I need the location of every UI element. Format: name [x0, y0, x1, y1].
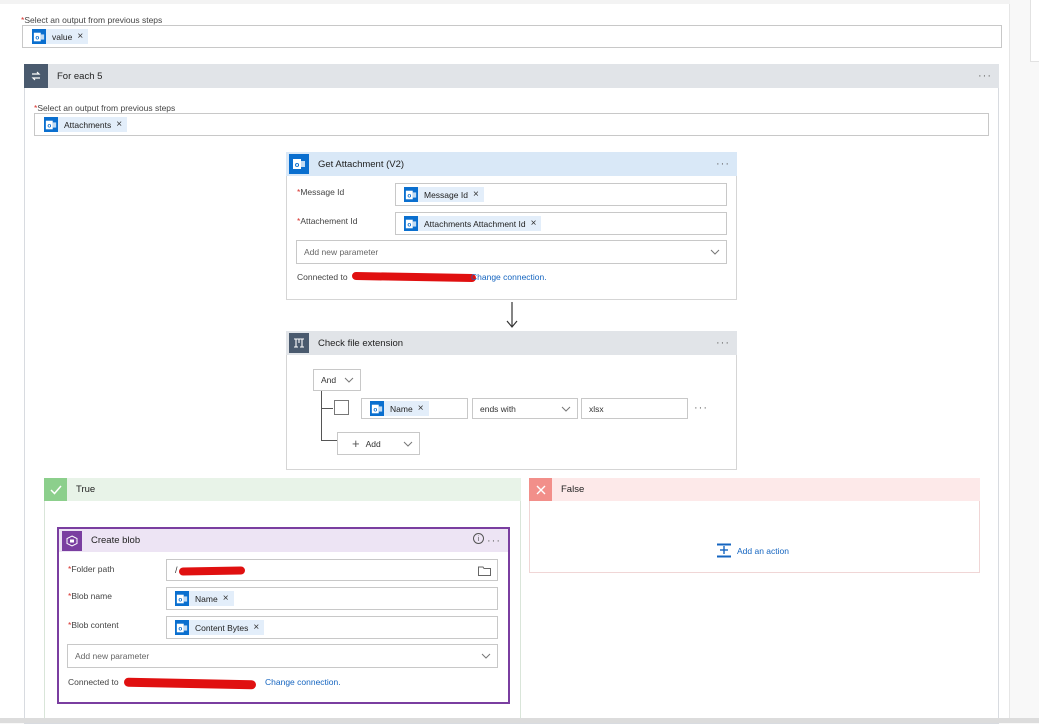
blob-name-field[interactable]: Name ×	[166, 587, 498, 610]
outlook-icon	[289, 154, 309, 174]
tree-line	[321, 391, 322, 440]
row-more-options-icon[interactable]: ···	[694, 402, 708, 414]
outlook-icon	[32, 29, 46, 44]
create-blob-title: Create blob	[91, 535, 141, 546]
folder-path-field[interactable]: /	[166, 559, 498, 581]
false-branch-title: False	[561, 484, 585, 495]
remove-token-icon[interactable]: ×	[531, 218, 537, 229]
add-action-button[interactable]: Add an action	[716, 543, 789, 558]
condition-header[interactable]: Check file extension ···	[286, 331, 737, 355]
chevron-down-icon	[344, 377, 354, 383]
loop-icon	[24, 64, 48, 88]
name-token[interactable]: Name ×	[370, 401, 429, 416]
close-icon	[529, 478, 552, 501]
remove-token-icon[interactable]: ×	[77, 31, 83, 42]
more-options-icon[interactable]: ···	[716, 152, 730, 176]
add-action-icon	[717, 543, 731, 558]
more-options-icon[interactable]: ···	[487, 529, 501, 552]
down-arrow-icon	[506, 302, 518, 328]
right-gutter	[1012, 0, 1039, 723]
change-connection-link[interactable]: Change connection.	[471, 272, 547, 282]
connected-to-label: Connected to	[68, 677, 119, 687]
chevron-down-icon	[481, 653, 491, 659]
outlook-icon	[404, 216, 418, 231]
remove-token-icon[interactable]: ×	[473, 189, 479, 200]
condition-title: Check file extension	[318, 337, 404, 349]
tree-branch	[321, 408, 333, 409]
tree-branch	[321, 440, 337, 441]
remove-token-icon[interactable]: ×	[116, 119, 122, 130]
chevron-down-icon	[710, 249, 720, 255]
and-operator-dropdown[interactable]: And	[313, 369, 361, 391]
add-condition-button[interactable]: + Add	[337, 432, 420, 455]
horizontal-scrollbar[interactable]	[0, 718, 1039, 723]
foreach-header[interactable]: For each 5 ···	[24, 64, 999, 88]
blob-content-field[interactable]: Content Bytes ×	[166, 616, 498, 639]
folder-path-label: *Folder path	[68, 564, 115, 574]
row-checkbox[interactable]	[334, 400, 349, 415]
checkmark-icon	[44, 478, 67, 501]
attachment-id-token[interactable]: Attachments Attachment Id ×	[404, 216, 542, 231]
top-divider	[0, 0, 1010, 4]
outlook-icon	[175, 620, 189, 635]
more-options-icon[interactable]: ···	[978, 64, 992, 88]
remove-token-icon[interactable]: ×	[418, 403, 424, 414]
foreach-title: For each 5	[57, 70, 103, 82]
foreach-select-label: *Select an output from previous steps	[34, 103, 176, 113]
create-blob-header[interactable]: Create blob i ···	[59, 529, 508, 552]
outlook-icon	[175, 591, 189, 606]
operator-dropdown[interactable]: ends with	[472, 398, 578, 419]
blob-content-label: *Blob content	[68, 620, 119, 630]
top-select-label: *Select an output from previous steps	[21, 15, 163, 25]
true-branch-title: True	[76, 484, 96, 495]
condition-left-operand[interactable]: Name ×	[361, 398, 468, 419]
add-new-parameter-dropdown[interactable]: Add new parameter	[67, 644, 498, 668]
folder-icon[interactable]	[478, 566, 491, 576]
attachment-id-field[interactable]: Attachments Attachment Id ×	[395, 212, 727, 235]
outlook-icon	[370, 401, 384, 416]
top-select-field[interactable]: value ×	[22, 25, 1002, 48]
side-panel-edge	[1030, 0, 1039, 62]
true-branch-header[interactable]: True	[44, 478, 521, 501]
attachment-id-label: *Attachement Id	[297, 216, 358, 226]
connected-to-label: Connected to	[297, 272, 348, 282]
outlook-icon	[404, 187, 418, 202]
more-options-icon[interactable]: ···	[716, 331, 730, 355]
info-icon[interactable]: i	[473, 533, 484, 544]
message-id-label: *Message Id	[297, 187, 345, 197]
outlook-icon	[44, 117, 58, 132]
message-id-field[interactable]: Message Id ×	[395, 183, 727, 206]
add-new-parameter-dropdown[interactable]: Add new parameter	[296, 240, 727, 264]
message-id-token[interactable]: Message Id ×	[404, 187, 484, 202]
redaction-mark	[178, 566, 246, 576]
get-attachment-header[interactable]: Get Attachment (V2) ···	[286, 152, 737, 176]
get-attachment-title: Get Attachment (V2)	[318, 158, 405, 170]
condition-right-operand[interactable]: xlsx	[581, 398, 688, 419]
name-token[interactable]: Name ×	[175, 591, 234, 606]
attachments-token[interactable]: Attachments ×	[44, 117, 128, 132]
value-token[interactable]: value ×	[32, 29, 89, 44]
chevron-down-icon	[403, 441, 413, 447]
blob-name-label: *Blob name	[68, 591, 112, 601]
remove-token-icon[interactable]: ×	[223, 593, 229, 604]
foreach-select-field[interactable]: Attachments ×	[34, 113, 989, 136]
condition-icon	[289, 333, 309, 353]
false-branch-header[interactable]: False	[529, 478, 980, 501]
blob-storage-icon	[62, 530, 82, 551]
change-connection-link[interactable]: Change connection.	[265, 677, 341, 687]
chevron-down-icon	[561, 406, 571, 412]
remove-token-icon[interactable]: ×	[253, 622, 259, 633]
plus-icon: +	[352, 436, 360, 451]
content-bytes-token[interactable]: Content Bytes ×	[175, 620, 265, 635]
